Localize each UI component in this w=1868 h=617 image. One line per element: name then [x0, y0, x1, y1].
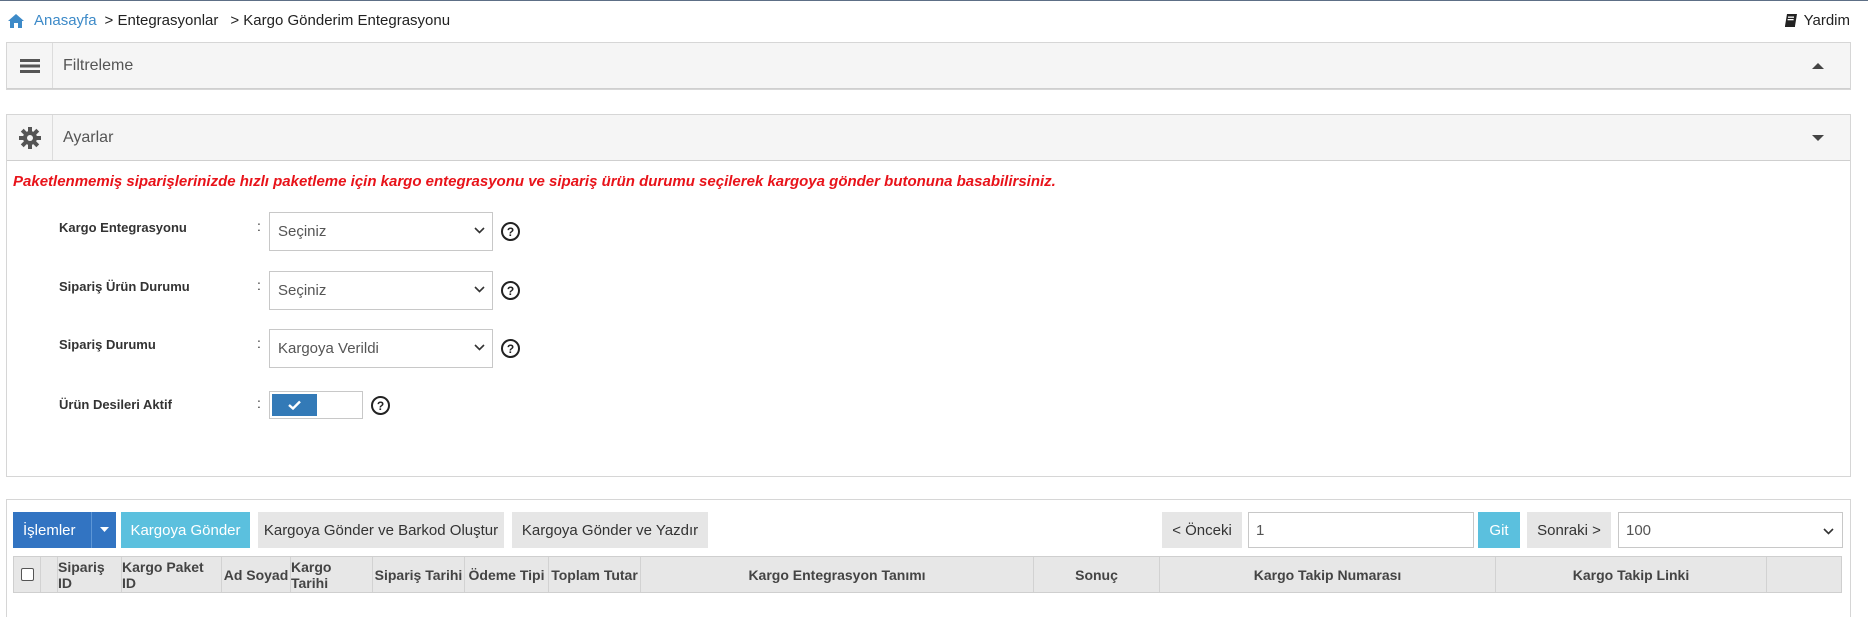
breadcrumb-current: > Kargo Gönderim Entegrasyonu	[230, 12, 451, 29]
filter-panel-title: Filtreleme	[63, 56, 134, 74]
split-divider	[91, 512, 92, 548]
actions-label: İşlemler	[23, 521, 76, 539]
caret-down-icon[interactable]	[1812, 134, 1824, 142]
filter-panel-header[interactable]: Filtreleme	[7, 43, 1850, 89]
colon: :	[257, 277, 261, 293]
question-icon[interactable]: ?	[501, 222, 520, 241]
settings-body: Paketlenmemiş siparişlerinizde hızlı pak…	[7, 161, 1850, 476]
colon: :	[257, 218, 261, 234]
cargo-integration-label: Kargo Entegrasyonu	[59, 220, 187, 235]
spacer-cell	[41, 557, 58, 592]
breadcrumb-integrations[interactable]: > Entegrasyonlar	[105, 12, 219, 29]
order-status-select[interactable]: Kargoya Verildi	[269, 329, 493, 368]
list-icon	[19, 58, 40, 73]
breadcrumb-home[interactable]: Anasayfa	[34, 12, 97, 29]
settings-panel-title: Ayarlar	[63, 128, 114, 146]
book-icon	[1784, 14, 1797, 27]
cargo-integration-value: Seçiniz	[278, 223, 327, 240]
next-page-button[interactable]: Sonraki >	[1527, 512, 1611, 548]
col-cargo-date[interactable]: Kargo Tarihi	[291, 557, 373, 592]
question-icon[interactable]: ?	[501, 281, 520, 300]
col-payment-type[interactable]: Ödeme Tipi	[465, 557, 549, 592]
chevron-down-icon	[474, 227, 485, 234]
desi-active-toggle[interactable]	[269, 391, 363, 419]
select-all-cell	[14, 557, 41, 592]
cargo-integration-select[interactable]: Seçiniz	[269, 212, 493, 251]
desi-active-label: Ürün Desileri Aktif	[59, 397, 172, 412]
filter-panel: Filtreleme	[6, 42, 1851, 90]
go-button[interactable]: Git	[1478, 512, 1520, 548]
list-icon-box	[7, 43, 53, 88]
breadcrumb: Anasayfa > Entegrasyonlar > Kargo Gönder…	[7, 12, 454, 29]
send-cargo-button[interactable]: Kargoya Gönder	[121, 512, 250, 548]
field-order-status: Sipariş Durumu : Kargoya Verildi ?	[7, 329, 807, 369]
col-order-id[interactable]: Sipariş ID	[58, 557, 122, 592]
caret-up-icon[interactable]	[1812, 62, 1824, 70]
col-tracking-number[interactable]: Kargo Takip Numarası	[1160, 557, 1496, 592]
check-icon	[288, 400, 301, 410]
caret-down-icon	[100, 527, 109, 532]
question-icon[interactable]: ?	[501, 339, 520, 358]
page-size-value: 100	[1626, 521, 1652, 539]
col-cargo-package-id[interactable]: Kargo Paket ID	[122, 557, 222, 592]
field-cargo-integration: Kargo Entegrasyonu : Seçiniz ?	[7, 212, 807, 252]
toggle-on-state	[272, 394, 317, 416]
chevron-down-icon	[1823, 528, 1834, 535]
order-status-label: Sipariş Durumu	[59, 337, 156, 352]
col-result[interactable]: Sonuç	[1034, 557, 1160, 592]
col-total-amount[interactable]: Toplam Tutar	[549, 557, 641, 592]
gear-icon	[18, 126, 41, 149]
colon: :	[257, 395, 261, 411]
product-status-select[interactable]: Seçiniz	[269, 271, 493, 310]
help-link[interactable]: Yardim	[1784, 12, 1850, 29]
actions-dropdown-button[interactable]: İşlemler	[13, 512, 116, 548]
orders-panel: İşlemler Kargoya Gönder Kargoya Gönder v…	[6, 499, 1851, 617]
colon: :	[257, 335, 261, 351]
col-cargo-integration[interactable]: Kargo Entegrasyon Tanımı	[641, 557, 1034, 592]
col-tracking-link[interactable]: Kargo Takip Linki	[1496, 557, 1767, 592]
home-icon[interactable]	[7, 13, 25, 29]
field-product-status: Sipariş Ürün Durumu : Seçiniz ?	[7, 271, 807, 311]
prev-page-button[interactable]: < Önceki	[1162, 512, 1242, 548]
chevron-down-icon	[474, 286, 485, 293]
page-number-input[interactable]: 1	[1248, 512, 1474, 548]
page-size-select[interactable]: 100	[1618, 512, 1843, 548]
product-status-label: Sipariş Ürün Durumu	[59, 279, 190, 294]
help-label: Yardim	[1803, 12, 1850, 29]
send-barcode-button[interactable]: Kargoya Gönder ve Barkod Oluştur	[258, 512, 504, 548]
chevron-down-icon	[474, 344, 485, 351]
select-all-checkbox[interactable]	[20, 568, 34, 581]
orders-table-header: Sipariş ID Kargo Paket ID Ad Soyad Kargo…	[13, 556, 1842, 593]
gear-icon-box	[7, 115, 53, 160]
col-order-date[interactable]: Sipariş Tarihi	[373, 557, 465, 592]
question-icon[interactable]: ?	[371, 396, 390, 415]
product-status-value: Seçiniz	[278, 282, 327, 299]
order-status-value: Kargoya Verildi	[278, 340, 379, 357]
settings-panel-header[interactable]: Ayarlar	[7, 115, 1850, 161]
col-full-name[interactable]: Ad Soyad	[222, 557, 291, 592]
field-desi-active: Ürün Desileri Aktif : ?	[7, 389, 807, 429]
settings-notice: Paketlenmemiş siparişlerinizde hızlı pak…	[13, 173, 1056, 190]
settings-panel: Ayarlar Paketlenmemiş siparişlerinizde h…	[6, 114, 1851, 477]
top-bar: Anasayfa > Entegrasyonlar > Kargo Gönder…	[0, 1, 1868, 41]
send-print-button[interactable]: Kargoya Gönder ve Yazdır	[512, 512, 708, 548]
